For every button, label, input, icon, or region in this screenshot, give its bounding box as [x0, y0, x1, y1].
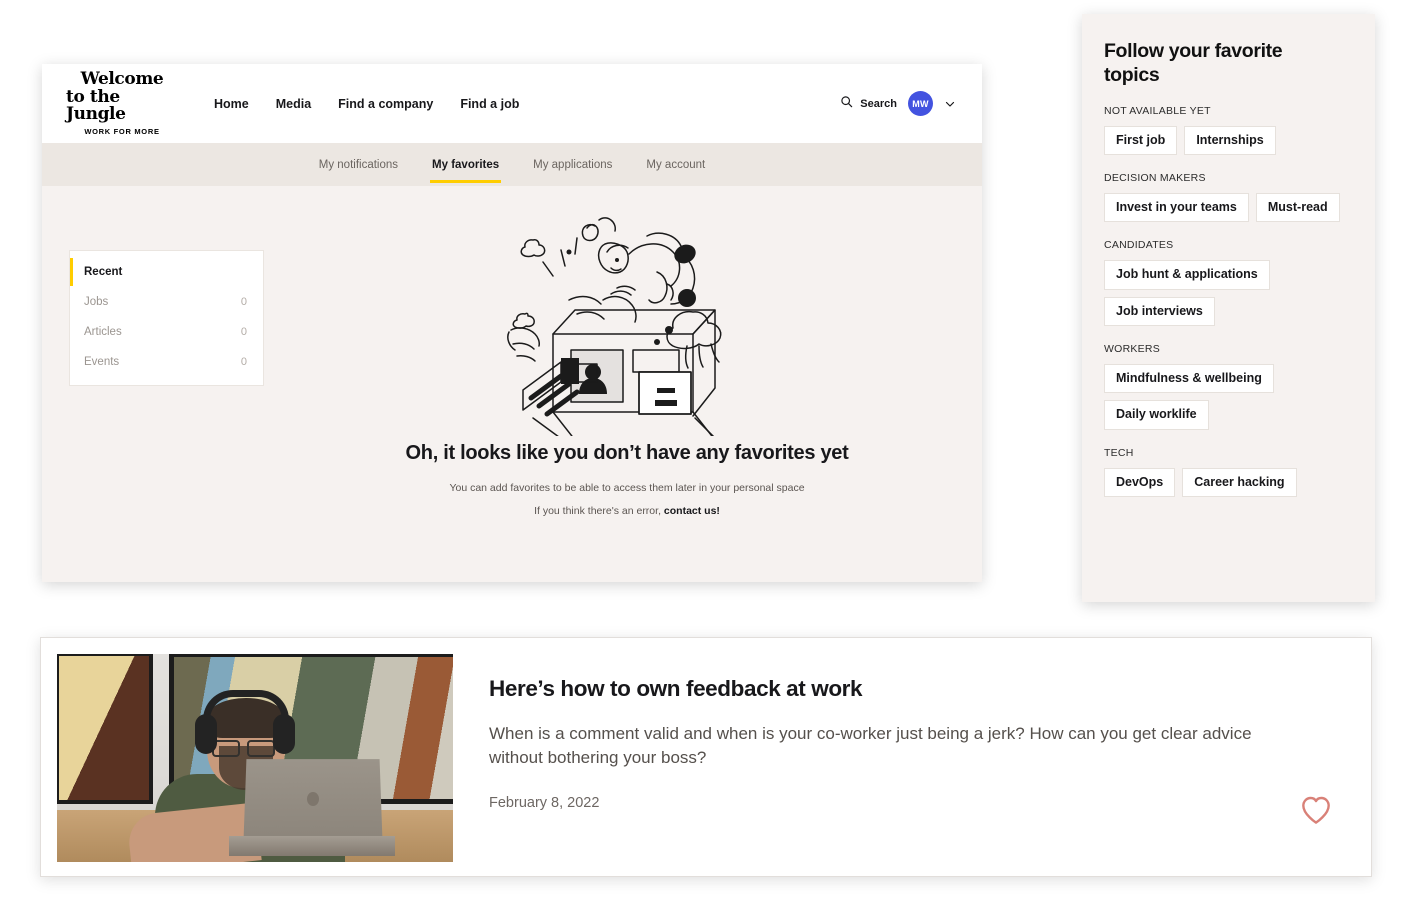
- sidebar-item-count: 0: [240, 356, 247, 368]
- sidebar-item-recent[interactable]: Recent: [70, 257, 263, 287]
- sidebar-item-label: Articles: [84, 326, 122, 338]
- favorites-content-area: Recent Jobs 0 Articles 0 Events 0 Oh, it…: [42, 186, 982, 582]
- sidebar-item-events[interactable]: Events 0: [70, 347, 263, 377]
- error-note-prefix: If you think there's an error,: [534, 505, 664, 517]
- sidebar-item-count: 0: [240, 326, 247, 338]
- topic-chip-internships[interactable]: Internships: [1184, 125, 1276, 155]
- topic-chip-list: First job Internships: [1104, 125, 1353, 155]
- topic-chip-mindfulness-wellbeing[interactable]: Mindfulness & wellbeing: [1104, 364, 1274, 394]
- empty-state: Oh, it looks like you don’t have any fav…: [292, 208, 962, 517]
- photo-laptop-base: [229, 836, 395, 856]
- empty-state-error-note: If you think there's an error, contact u…: [534, 505, 720, 517]
- topic-chip-devops[interactable]: DevOps: [1104, 467, 1176, 498]
- tab-my-applications[interactable]: My applications: [531, 146, 614, 183]
- topic-chip-job-interviews[interactable]: Job interviews: [1104, 296, 1215, 327]
- favorites-filter-sidebar: Recent Jobs 0 Articles 0 Events 0: [69, 250, 264, 386]
- top-navigation-bar: Welcome to the Jungle WORK FOR MORE Home…: [42, 64, 982, 143]
- nav-right-cluster: Search MW: [840, 91, 956, 116]
- heart-outline-icon[interactable]: [1300, 795, 1332, 830]
- topic-chip-must-read[interactable]: Must-read: [1255, 192, 1340, 223]
- empty-state-subtitle: You can add favorites to be able to acce…: [449, 482, 805, 494]
- logo-tagline: WORK FOR MORE: [84, 127, 160, 137]
- topic-chip-list: DevOps Career hacking: [1104, 467, 1353, 498]
- sidebar-item-jobs[interactable]: Jobs 0: [70, 287, 263, 317]
- topics-panel-title: Follow your favorite topics: [1104, 40, 1283, 86]
- nav-link-home[interactable]: Home: [214, 97, 249, 111]
- avatar[interactable]: MW: [908, 91, 933, 116]
- topic-chip-career-hacking[interactable]: Career hacking: [1182, 467, 1297, 498]
- sidebar-item-label: Events: [84, 356, 120, 368]
- logo-line-2: to the Jungle: [66, 87, 126, 125]
- account-tabs: My notifications My favorites My applica…: [42, 143, 982, 186]
- photo-laptop-logo: [307, 792, 319, 806]
- empty-state-title: Oh, it looks like you don’t have any fav…: [405, 442, 849, 464]
- topic-group-label: TECH: [1104, 446, 1134, 459]
- topic-chip-first-job[interactable]: First job: [1104, 125, 1178, 155]
- sidebar-item-articles[interactable]: Articles 0: [70, 317, 263, 347]
- search-label: Search: [860, 97, 897, 110]
- chevron-down-icon[interactable]: [944, 98, 956, 110]
- topic-chip-daily-worklife[interactable]: Daily worklife: [1104, 400, 1209, 430]
- article-description: When is a comment valid and when is your…: [489, 724, 1252, 768]
- article-body: Here’s how to own feedback at work When …: [453, 654, 1355, 860]
- favorites-app-window: Welcome to the Jungle WORK FOR MORE Home…: [42, 64, 982, 582]
- nav-link-find-a-company[interactable]: Find a company: [338, 97, 433, 111]
- topic-group-candidates: CANDIDATES Job hunt & applications Job i…: [1104, 239, 1353, 327]
- sidebar-item-label: Recent: [84, 266, 123, 278]
- contact-us-link[interactable]: contact us!: [664, 505, 720, 517]
- topic-chip-invest-in-your-teams[interactable]: Invest in your teams: [1104, 192, 1249, 223]
- search-button[interactable]: Search: [840, 95, 897, 113]
- article-card[interactable]: Here’s how to own feedback at work When …: [40, 637, 1372, 877]
- topic-group-decision-makers: DECISION MAKERS Invest in your teams Mus…: [1104, 171, 1353, 223]
- tab-my-account[interactable]: My account: [644, 146, 707, 183]
- primary-nav-links: Home Media Find a company Find a job: [214, 97, 519, 111]
- topic-group-label: NOT AVAILABLE YET: [1104, 104, 1211, 117]
- sidebar-item-label: Jobs: [84, 296, 109, 308]
- person-filing-cabinet-illustration: [507, 217, 722, 436]
- topic-group-label: WORKERS: [1104, 343, 1161, 356]
- tab-my-notifications[interactable]: My notifications: [317, 146, 400, 183]
- logo-line-1: Welcome: [80, 69, 164, 90]
- topic-chip-job-hunt-applications[interactable]: Job hunt & applications: [1104, 260, 1270, 290]
- search-icon: [840, 95, 853, 113]
- topic-group-tech: TECH DevOps Career hacking: [1104, 446, 1353, 498]
- topic-group-label: CANDIDATES: [1104, 239, 1174, 252]
- topic-chip-list: Job hunt & applications Job interviews: [1104, 260, 1353, 327]
- article-date: February 8, 2022: [489, 795, 600, 812]
- site-logo[interactable]: Welcome to the Jungle WORK FOR MORE: [66, 71, 178, 136]
- article-title[interactable]: Here’s how to own feedback at work: [489, 676, 1335, 702]
- topic-group-label: DECISION MAKERS: [1104, 171, 1206, 184]
- follow-topics-panel: Follow your favorite topics NOT AVAILABL…: [1082, 14, 1375, 602]
- topic-chip-list: Mindfulness & wellbeing Daily worklife: [1104, 364, 1353, 430]
- photo-artwork-left: [57, 654, 153, 804]
- topic-chip-list: Invest in your teams Must-read: [1104, 192, 1353, 223]
- nav-link-find-a-job[interactable]: Find a job: [460, 97, 519, 111]
- photo-headphone-left: [195, 714, 217, 754]
- photo-glasses-right: [247, 740, 275, 757]
- topic-group-workers: WORKERS Mindfulness & wellbeing Daily wo…: [1104, 343, 1353, 430]
- sidebar-item-count: 0: [240, 296, 247, 308]
- photo-headphone-right: [273, 714, 295, 754]
- article-thumbnail[interactable]: [57, 654, 453, 862]
- nav-link-media[interactable]: Media: [276, 97, 311, 111]
- tab-my-favorites[interactable]: My favorites: [430, 146, 502, 183]
- topic-group-not-available-yet: NOT AVAILABLE YET First job Internships: [1104, 105, 1353, 155]
